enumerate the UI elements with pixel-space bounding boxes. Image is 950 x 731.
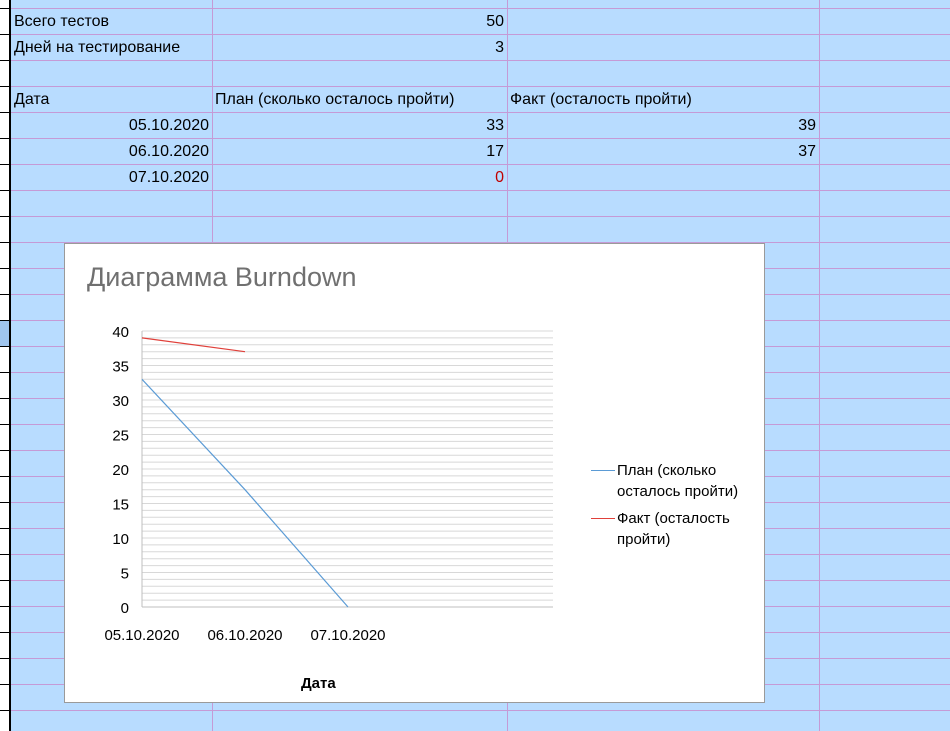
cell-plan-1[interactable]: 33 [214, 113, 504, 139]
y-tick-label: 10 [112, 531, 129, 548]
header-date[interactable]: Дата [14, 87, 209, 113]
y-tick-label: 40 [112, 324, 129, 341]
x-axis-title: Дата [301, 675, 336, 692]
cell-date-2[interactable]: 06.10.2020 [14, 139, 209, 165]
row-header-divider [0, 268, 9, 269]
legend-label-fact: Факт (осталость пройти) [617, 510, 730, 548]
header-plan[interactable]: План (сколько осталось пройти) [215, 87, 505, 113]
row-header-divider [0, 86, 9, 87]
burndown-chart[interactable]: Диаграмма Burndown 0 5 10 15 20 25 30 35 40 05.10… [64, 243, 765, 703]
row-gridline [11, 216, 950, 217]
cell-c2[interactable] [509, 35, 816, 61]
cell-fact-1[interactable]: 39 [509, 113, 816, 139]
row-header-divider [0, 34, 9, 35]
y-tick-label: 20 [112, 462, 129, 479]
row-header-divider [0, 164, 9, 165]
cell-plan-2[interactable]: 17 [214, 139, 504, 165]
row-header-divider [0, 60, 9, 61]
row-header-divider [0, 450, 9, 451]
row-header-divider [0, 606, 9, 607]
cell-a2[interactable]: Дней на тестирование [14, 35, 209, 61]
cell-b1[interactable]: 50 [214, 9, 504, 35]
row-header-divider [0, 190, 9, 191]
row-header-divider [0, 476, 9, 477]
row-header-divider [0, 242, 9, 243]
row-header-divider [0, 216, 9, 217]
header-fact[interactable]: Факт (осталость пройти) [510, 87, 817, 113]
row-header-divider [0, 554, 9, 555]
row-header-divider [0, 502, 9, 503]
cell-c3[interactable] [509, 61, 816, 87]
row-header-divider [0, 346, 9, 347]
column-gridline [819, 0, 820, 731]
row-header-divider [0, 372, 9, 373]
cell-date-3[interactable]: 07.10.2020 [14, 165, 209, 191]
y-tick-label: 25 [112, 428, 129, 445]
x-tick-label: 05.10.2020 [104, 627, 179, 644]
cell-plan-3[interactable]: 0 [214, 165, 504, 191]
cell-fact-3[interactable] [509, 165, 816, 191]
cell-fact-2[interactable]: 37 [509, 139, 816, 165]
cell-b3[interactable] [214, 61, 504, 87]
row-header-divider [0, 294, 9, 295]
row-header-divider [0, 138, 9, 139]
selected-row-marker [0, 321, 9, 347]
cell-c1[interactable] [509, 9, 816, 35]
cell-date-1[interactable]: 05.10.2020 [14, 113, 209, 139]
legend-swatch-plan [591, 470, 615, 471]
y-tick-label: 30 [112, 393, 129, 410]
row-header-divider [0, 658, 9, 659]
cell-a1[interactable]: Всего тестов [14, 9, 209, 35]
legend-label-plan: План (сколько осталось пройти) [617, 462, 739, 500]
y-tick-label: 15 [112, 497, 129, 514]
x-tick-label: 06.10.2020 [207, 627, 282, 644]
row-header-divider [0, 528, 9, 529]
y-tick-label: 35 [112, 359, 129, 376]
row-header-divider [0, 112, 9, 113]
row-header-divider [0, 684, 9, 685]
row-header-divider [0, 632, 9, 633]
row-header-divider [0, 398, 9, 399]
x-tick-label: 07.10.2020 [310, 627, 385, 644]
y-tick-label: 5 [121, 566, 129, 583]
row-header-divider [0, 8, 9, 9]
cell-b2[interactable]: 3 [214, 35, 504, 61]
row-headers [0, 0, 11, 731]
y-tick-label: 0 [121, 600, 129, 617]
cell-a3[interactable] [14, 61, 209, 87]
row-header-divider [0, 320, 9, 321]
row-header-divider [0, 710, 9, 711]
row-gridline [11, 710, 950, 711]
row-header-divider [0, 580, 9, 581]
row-header-divider [0, 424, 9, 425]
legend-swatch-fact [591, 518, 615, 519]
